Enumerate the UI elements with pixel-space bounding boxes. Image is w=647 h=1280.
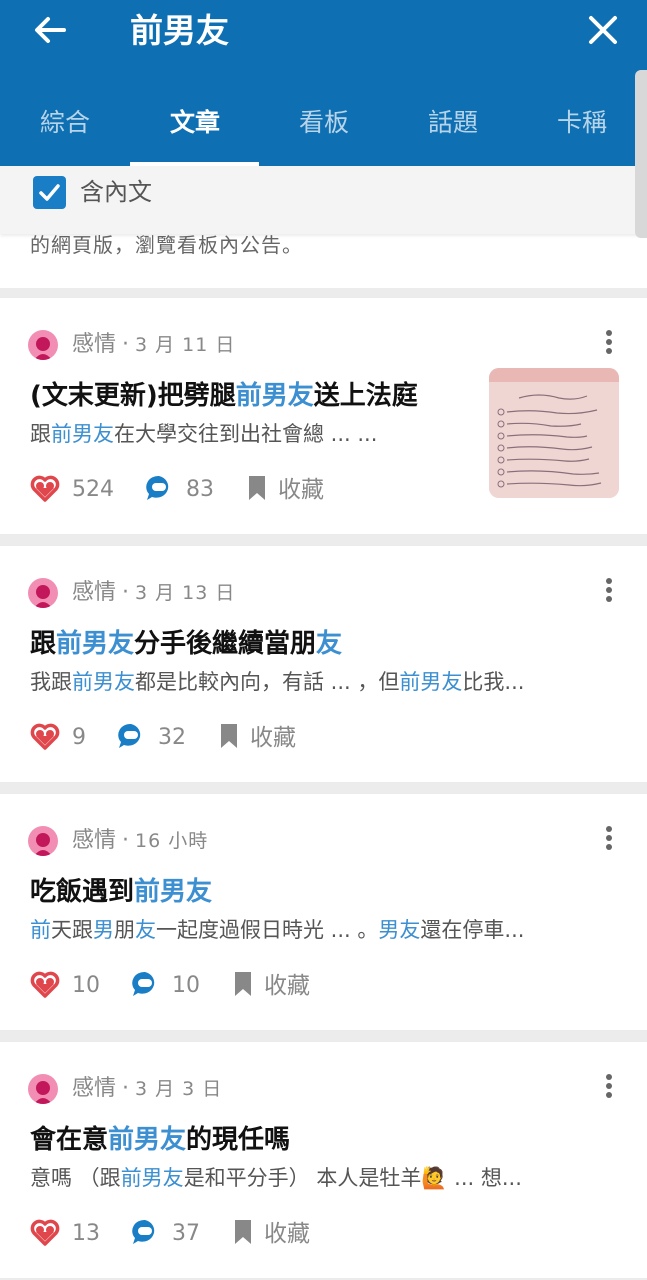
post-excerpt: 跟前男友在大學交往到出社會總 ... ... <box>30 422 378 446</box>
comment-icon <box>146 475 169 500</box>
bookmark-icon <box>249 476 265 500</box>
post-title: (文末更新)把劈腿前男友送上法庭 <box>30 381 418 411</box>
bookmark-label: 收藏 <box>278 477 324 503</box>
filter-bar: 含內文 <box>0 166 647 234</box>
tab-topics[interactable]: 話題 <box>388 84 518 166</box>
notice-card: 的網頁版，瀏覽看板內公告。 <box>0 233 647 288</box>
post-title: 會在意前男友的現任嗎 <box>30 1125 291 1155</box>
post-stats: 10 10 收藏 <box>30 966 450 1006</box>
comment-icon <box>132 1219 155 1244</box>
female-avatar-icon <box>34 1081 52 1104</box>
avatar <box>28 578 58 608</box>
avatar <box>28 330 58 360</box>
heart-icon <box>30 475 60 502</box>
female-avatar-icon <box>34 337 52 360</box>
app-header: 前男友 綜合 文章 看板 話題 卡稱 <box>0 0 647 166</box>
avatar <box>28 1074 58 1104</box>
post-card[interactable]: 感情 · 3 月 13 日 跟前男友分手後繼續當朋友 我跟前男友都是比較內向，有話 … <box>0 546 647 782</box>
post-time: 3 月 13 日 <box>135 582 236 604</box>
more-options-button[interactable] <box>605 826 613 856</box>
heart-icon <box>30 1219 60 1246</box>
post-stats: 524 83 收藏 <box>30 470 450 510</box>
post-forum-time: 感情 · 3 月 13 日 <box>72 580 236 605</box>
like-count: 10 <box>72 973 100 998</box>
include-content-checkbox[interactable] <box>33 176 66 209</box>
post-title: 吃飯遇到前男友 <box>30 877 213 907</box>
avatar <box>28 826 58 856</box>
heart-icon <box>30 723 60 750</box>
post-excerpt: 意嗎 （跟前男友是和平分手） 本人是牡羊🙋 ... 想... <box>30 1166 522 1190</box>
comment-count: 10 <box>172 973 200 998</box>
tab-boards[interactable]: 看板 <box>259 84 389 166</box>
arrow-left-icon <box>35 17 66 43</box>
post-forum-time: 感情 · 3 月 11 日 <box>72 332 236 357</box>
back-button[interactable] <box>28 8 72 52</box>
more-options-button[interactable] <box>605 1074 613 1104</box>
handwritten-note-image <box>489 368 619 498</box>
tab-users[interactable]: 卡稱 <box>517 84 647 166</box>
like-count: 9 <box>72 725 86 750</box>
search-query-title: 前男友 <box>130 11 229 50</box>
bookmark-label: 收藏 <box>264 973 310 999</box>
post-forum-time: 感情 · 3 月 3 日 <box>72 1076 223 1101</box>
forum-name: 感情 <box>72 580 117 605</box>
bookmark-label: 收藏 <box>264 1221 310 1247</box>
post-stats: 13 37 收藏 <box>30 1214 450 1254</box>
post-excerpt: 我跟前男友都是比較內向，有話 ... ，但前男友比我... <box>30 670 525 694</box>
check-icon <box>39 184 60 201</box>
female-avatar-icon <box>34 585 52 608</box>
search-tabs: 綜合 文章 看板 話題 卡稱 <box>0 84 647 166</box>
forum-name: 感情 <box>72 828 117 853</box>
bookmark-label: 收藏 <box>250 725 296 751</box>
active-tab-indicator <box>130 162 259 166</box>
comment-count: 83 <box>186 477 214 502</box>
post-thumbnail <box>489 368 619 498</box>
comment-count: 37 <box>172 1221 200 1246</box>
post-forum-time: 感情 · 16 小時 <box>72 828 209 853</box>
comment-icon <box>118 723 141 748</box>
heart-icon <box>30 971 60 998</box>
more-options-button[interactable] <box>605 578 613 608</box>
bookmark-icon <box>221 724 237 748</box>
tab-all[interactable]: 綜合 <box>0 84 130 166</box>
bookmark-icon <box>235 972 251 996</box>
comment-icon <box>132 971 155 996</box>
include-content-label: 含內文 <box>80 178 152 206</box>
post-time: 16 小時 <box>135 830 209 852</box>
top-bar: 前男友 <box>0 0 647 64</box>
like-count: 13 <box>72 1221 100 1246</box>
post-card[interactable]: 感情 · 3 月 3 日 會在意前男友的現任嗎 意嗎 （跟前男友是和平分手） 本人是… <box>0 1042 647 1278</box>
tab-articles[interactable]: 文章 <box>130 84 260 166</box>
like-count: 524 <box>72 477 114 502</box>
bookmark-icon <box>235 1220 251 1244</box>
forum-name: 感情 <box>72 332 117 357</box>
post-time: 3 月 3 日 <box>135 1078 223 1100</box>
post-time: 3 月 11 日 <box>135 334 236 356</box>
scrollbar-handle[interactable] <box>635 70 647 238</box>
female-avatar-icon <box>34 833 52 856</box>
comment-count: 32 <box>158 725 186 750</box>
post-card[interactable]: 感情 · 16 小時 吃飯遇到前男友 前天跟男朋友一起度過假日時光 ... 。男友還… <box>0 794 647 1030</box>
post-title: 跟前男友分手後繼續當朋友 <box>30 629 343 659</box>
forum-name: 感情 <box>72 1076 117 1101</box>
post-card[interactable]: 感情 · 3 月 11 日 (文末更新)把劈腿前男友送上法庭 跟前男友在大學交往到出… <box>0 298 647 534</box>
more-options-button[interactable] <box>605 330 613 360</box>
post-excerpt: 前天跟男朋友一起度過假日時光 ... 。男友還在停車... <box>30 918 525 942</box>
close-button[interactable] <box>581 8 625 52</box>
post-stats: 9 32 收藏 <box>30 718 450 758</box>
close-icon <box>589 16 617 44</box>
